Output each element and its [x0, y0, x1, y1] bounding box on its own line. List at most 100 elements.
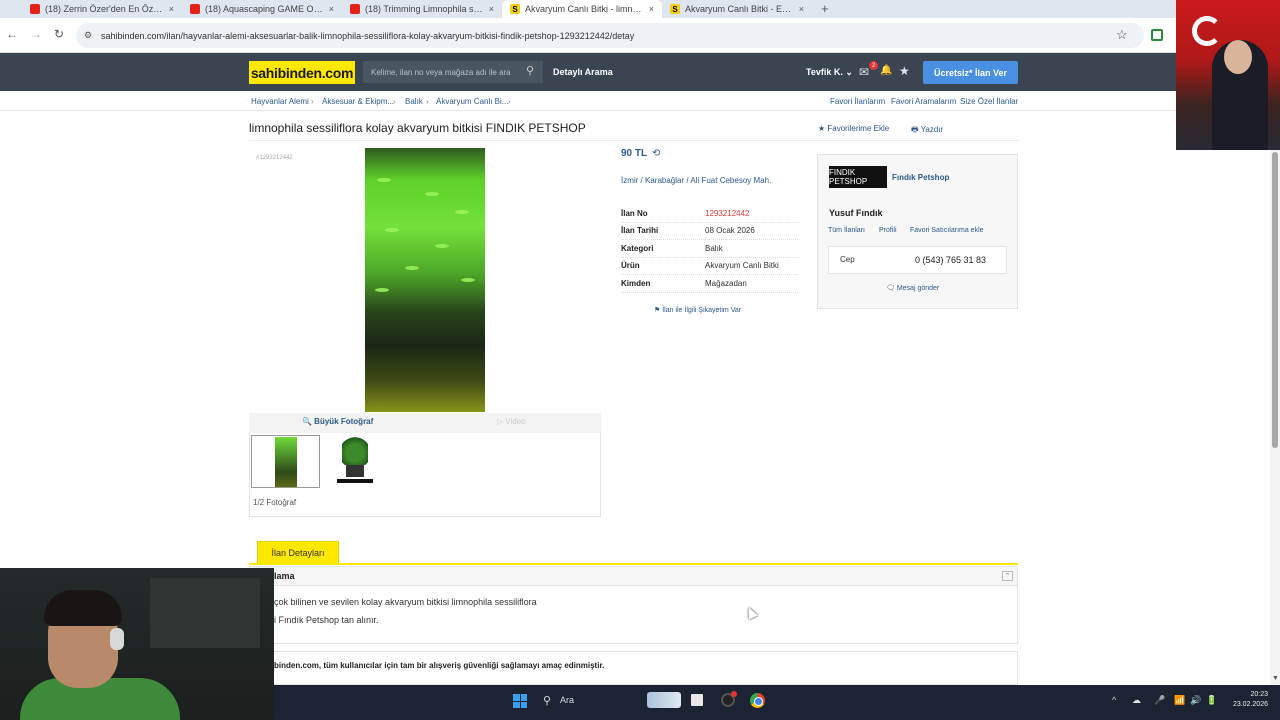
bookmark-star-icon[interactable]: ☆: [1116, 27, 1128, 43]
info-row: Kimden Mağazadan: [621, 276, 798, 293]
breadcrumb-item[interactable]: Aksesuar & Ekipm...: [322, 97, 394, 106]
bell-icon[interactable]: 🔔: [880, 65, 892, 76]
thumbnail-1[interactable]: [251, 435, 320, 488]
scrollbar-thumb[interactable]: [1272, 152, 1278, 448]
taskbar-search[interactable]: Ara: [560, 695, 574, 705]
divider: [249, 140, 1019, 141]
webcam-overlay-bottom: [0, 568, 274, 720]
tab-title: Akvaryum Canlı Bitki - limnoph: [525, 4, 643, 14]
detailed-search-link[interactable]: Detaylı Arama: [553, 67, 613, 77]
youtube-icon: [190, 4, 200, 14]
send-message-button[interactable]: 🗨 Mesaj gönder: [886, 284, 939, 292]
print-link[interactable]: 🖶 Yazdır: [911, 124, 943, 138]
close-icon[interactable]: ×: [489, 4, 494, 14]
browser-tab[interactable]: S Akvaryum Canlı Bitki - Eleochar ×: [662, 0, 812, 18]
profile-link[interactable]: Profili: [879, 227, 897, 234]
close-icon[interactable]: ×: [329, 4, 334, 14]
extension-icon[interactable]: [1151, 29, 1163, 41]
thumbnail-2[interactable]: [331, 435, 379, 488]
info-value: Mağazadan: [705, 279, 747, 288]
special-listings-link[interactable]: Size Özel İlanlar: [960, 97, 1018, 106]
search-icon[interactable]: ⚲: [526, 64, 534, 77]
report-listing-link[interactable]: ⚑ İlan ile İlgili Şikayetim Var: [654, 306, 741, 314]
messages-badge: 2: [869, 61, 878, 70]
close-icon[interactable]: ×: [799, 4, 804, 14]
battery-icon[interactable]: 🔋: [1206, 695, 1217, 706]
breadcrumb-item[interactable]: Akvaryum Canlı Bi...: [436, 97, 508, 106]
favorite-searches-link[interactable]: Favori Aramalarım: [891, 97, 956, 106]
info-key: Kimden: [621, 279, 651, 288]
back-icon[interactable]: ←: [6, 27, 18, 41]
info-value: Akvaryum Canlı Bitki: [705, 261, 779, 270]
close-icon[interactable]: ×: [649, 4, 654, 14]
favorites-star-icon[interactable]: ★: [899, 64, 910, 78]
page-title: limnophila sessiliflora kolay akvaryum b…: [249, 121, 586, 135]
scroll-down-icon[interactable]: ▼: [1272, 675, 1279, 682]
info-value: 08 Ocak 2026: [705, 226, 755, 235]
chevron-down-icon: ⌄: [845, 67, 853, 77]
store-logo[interactable]: FINDIK PETSHOP: [829, 166, 887, 188]
video-button[interactable]: ▷ Video: [497, 417, 526, 426]
price-history-icon[interactable]: ⟲: [652, 148, 660, 159]
flag-crescent: [1192, 16, 1222, 46]
breadcrumb: Hayvanlar Alemi › Aksesuar & Ekipm... › …: [0, 91, 1176, 111]
info-value: 1293212442: [705, 209, 750, 218]
main-photo[interactable]: [365, 148, 485, 412]
close-icon[interactable]: ×: [169, 4, 174, 14]
taskbar: [274, 685, 1280, 720]
reload-icon[interactable]: ↻: [54, 27, 64, 41]
browser-tab[interactable]: (18) Trimming Limnophila sessil ×: [342, 0, 502, 18]
microphone-icon[interactable]: 🎤: [1154, 695, 1165, 706]
favorite-listings-link[interactable]: Favori İlanlarım: [830, 97, 885, 106]
breadcrumb-separator: ›: [393, 97, 396, 106]
store-name-link[interactable]: Fındık Petshop: [892, 173, 949, 182]
info-value: Balık: [705, 244, 723, 253]
all-listings-link[interactable]: Tüm İlanları: [828, 227, 865, 234]
file-explorer-icon[interactable]: [691, 694, 703, 706]
info-key: İlan No: [621, 209, 648, 218]
favorite-seller-link[interactable]: Favori Satıcılarıma ekle: [910, 227, 984, 234]
site-logo[interactable]: sahibinden.com: [249, 61, 355, 84]
breadcrumb-item[interactable]: Balık: [405, 97, 423, 106]
search-icon[interactable]: ⚲: [543, 694, 551, 707]
forward-icon[interactable]: →: [30, 27, 42, 41]
location-link[interactable]: İzmir / Karabağlar / Ali Fuat Cebesoy Ma…: [621, 176, 801, 186]
system-clock[interactable]: 20:23 23.02.2026: [1226, 690, 1268, 710]
post-listing-button[interactable]: Ücretsiz* İlan Ver: [923, 61, 1018, 84]
portrait-face: [1224, 40, 1252, 74]
info-key: İlan Tarihi: [621, 226, 659, 235]
youtube-icon: [30, 4, 40, 14]
site-search-input[interactable]: Kelime, ilan no veya mağaza adı ile ara: [363, 61, 543, 83]
big-photo-button[interactable]: 🔍 Büyük Fotoğraf: [302, 417, 373, 426]
url-input[interactable]: ⚙ sahibinden.com/ilan/hayvanlar-alemi-ak…: [76, 23, 1144, 48]
tab-title: (18) Aquascaping GAME OF RIV: [205, 4, 323, 14]
collapse-icon[interactable]: ⌃: [1002, 571, 1013, 581]
weather-widget-icon[interactable]: [647, 692, 681, 708]
site-info-icon[interactable]: ⚙: [84, 30, 92, 41]
windows-start-icon[interactable]: [513, 694, 527, 708]
photo-counter: 1/2 Fotoğraf: [253, 498, 297, 507]
breadcrumb-separator: ›: [426, 97, 429, 106]
wifi-icon[interactable]: 📶: [1174, 695, 1185, 706]
info-row: Ürün Akvaryum Canlı Bitki: [621, 258, 798, 275]
chrome-icon[interactable]: [750, 693, 765, 708]
new-tab-button[interactable]: +: [821, 1, 829, 16]
person-hair: [44, 590, 122, 626]
browser-tab[interactable]: (18) Aquascaping GAME OF RIV ×: [182, 0, 342, 18]
browser-tab-active[interactable]: S Akvaryum Canlı Bitki - limnoph ×: [502, 0, 662, 18]
add-to-favorites-link[interactable]: ★ Favorilerime Ekle: [818, 124, 889, 133]
breadcrumb-item[interactable]: Hayvanlar Alemi: [251, 97, 309, 106]
info-row: Kategori Balık: [621, 241, 798, 258]
clock-date: 23.02.2026: [1232, 701, 1268, 708]
youtube-icon: [350, 4, 360, 14]
cloud-icon[interactable]: ☁: [1132, 695, 1141, 706]
volume-icon[interactable]: 🔊: [1190, 695, 1201, 706]
tray-overflow-icon[interactable]: ^: [1112, 695, 1116, 705]
phone-number[interactable]: 0 (543) 765 31 83: [915, 255, 986, 265]
browser-tab[interactable]: (18) Zerrin Özer'den En Özel Pa ×: [22, 0, 182, 18]
messages-icon[interactable]: ✉: [859, 65, 869, 79]
description-title: lama: [274, 571, 295, 581]
info-row: İlan Tarihi 08 Ocak 2026: [621, 223, 798, 240]
user-menu[interactable]: Tevfik K. ⌄: [806, 67, 853, 78]
tab-listing-details[interactable]: İlan Detayları: [257, 541, 339, 563]
